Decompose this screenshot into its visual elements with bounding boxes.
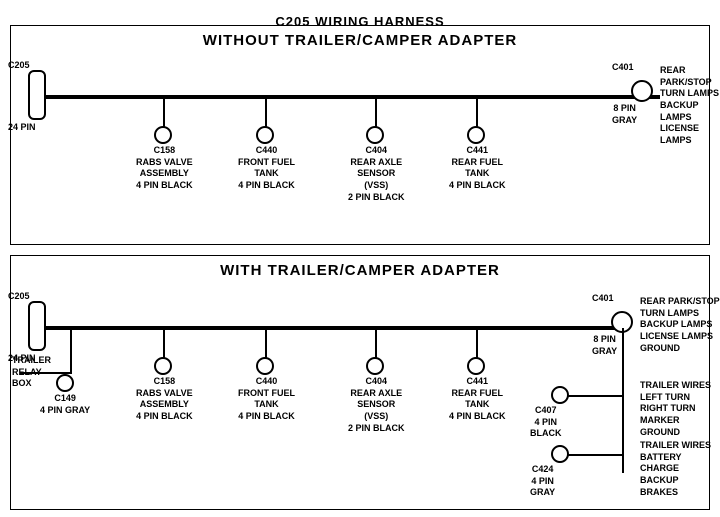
section2-c441-vline xyxy=(476,328,478,358)
section1-c404-vline xyxy=(375,97,377,127)
section2-c404-connector xyxy=(366,357,384,375)
section1-c205-connector xyxy=(28,70,46,120)
section2-c404-label: C404REAR AXLESENSOR(VSS)2 PIN BLACK xyxy=(348,376,405,434)
section2-c404-vline xyxy=(375,328,377,358)
section2-trailer-relay-label: TRAILERRELAYBOX xyxy=(12,355,51,390)
section1-c441-vline xyxy=(476,97,478,127)
section1-c401-label: C401 xyxy=(612,62,634,74)
section2-title: WITH TRAILER/CAMPER ADAPTER xyxy=(0,262,720,279)
section1-c440-vline xyxy=(265,97,267,127)
section1-c205-label: C205 xyxy=(8,60,30,72)
section1-c404-connector xyxy=(366,126,384,144)
section2-c407-desc: TRAILER WIRESLEFT TURNRIGHT TURNMARKERGR… xyxy=(640,380,711,438)
section2-c205-connector xyxy=(28,301,46,351)
section1-c158-vline xyxy=(163,97,165,127)
section2-c407-connector xyxy=(551,386,569,404)
section1-c440-label: C440FRONT FUELTANK4 PIN BLACK xyxy=(238,145,295,192)
section2-c149-label: C1494 PIN GRAY xyxy=(40,393,90,416)
section2-main-line xyxy=(45,326,625,330)
section2-c407-hline xyxy=(567,395,624,397)
section1-c401-pin: 8 PINGRAY xyxy=(612,103,637,126)
section2-c149-connector xyxy=(56,374,74,392)
section2-c424-desc: TRAILER WIRESBATTERY CHARGEBACKUPBRAKES xyxy=(640,440,720,498)
section2-c440-connector xyxy=(256,357,274,375)
section2-c424-hline xyxy=(567,454,624,456)
section1-c158-label: C158RABS VALVEASSEMBLY4 PIN BLACK xyxy=(136,145,193,192)
section1-c404-label: C404REAR AXLESENSOR(VSS)2 PIN BLACK xyxy=(348,145,405,203)
section2-c401-desc: REAR PARK/STOPTURN LAMPSBACKUP LAMPSLICE… xyxy=(640,296,720,354)
section1-c401-connector xyxy=(631,80,653,102)
section2-c158-connector xyxy=(154,357,172,375)
section1-c441-label: C441REAR FUELTANK4 PIN BLACK xyxy=(449,145,506,192)
section1-c401-desc: REAR PARK/STOPTURN LAMPSBACKUP LAMPSLICE… xyxy=(660,65,720,147)
section1-main-line xyxy=(45,95,660,99)
section1-c158-connector xyxy=(154,126,172,144)
section2-c440-label: C440FRONT FUELTANK4 PIN BLACK xyxy=(238,376,295,423)
diagram: C205 WIRING HARNESS WITHOUT TRAILER/CAMP… xyxy=(0,0,720,517)
section2-c424-connector xyxy=(551,445,569,463)
section2-c401-label: C401 xyxy=(592,293,614,305)
section2-c205-label: C205 xyxy=(8,291,30,303)
section1-c441-connector xyxy=(467,126,485,144)
section2-c158-vline xyxy=(163,328,165,358)
section2-c401-pin: 8 PINGRAY xyxy=(592,334,617,357)
section2-c424-label: C4244 PINGRAY xyxy=(530,464,555,499)
section2-right-vline xyxy=(622,328,624,473)
section2-c158-label: C158RABS VALVEASSEMBLY4 PIN BLACK xyxy=(136,376,193,423)
section2-c407-label: C4074 PINBLACK xyxy=(530,405,562,440)
section1-box xyxy=(10,25,710,245)
section1-c440-connector xyxy=(256,126,274,144)
section1-c205-pin: 24 PIN xyxy=(8,122,36,134)
section2-trailer-vline xyxy=(70,328,72,373)
section2-c441-connector xyxy=(467,357,485,375)
section2-c440-vline xyxy=(265,328,267,358)
section1-title: WITHOUT TRAILER/CAMPER ADAPTER xyxy=(0,32,720,49)
section2-c441-label: C441REAR FUELTANK4 PIN BLACK xyxy=(449,376,506,423)
